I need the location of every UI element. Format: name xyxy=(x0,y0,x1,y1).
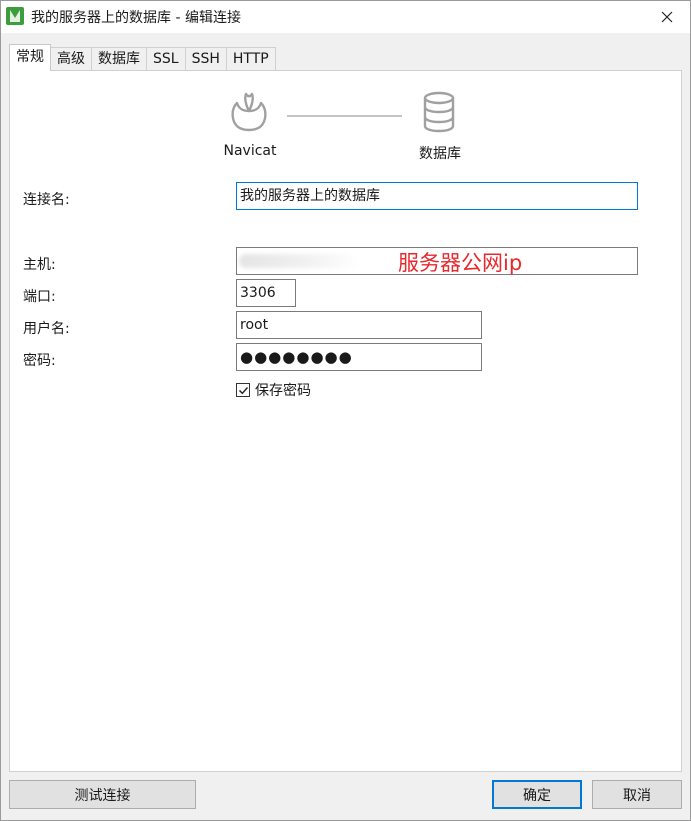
database-label: 数据库 xyxy=(419,146,461,162)
window-title: 我的服务器上的数据库 - 编辑连接 xyxy=(31,10,241,26)
username-label: 用户名: xyxy=(23,321,70,337)
tab-ssh[interactable]: SSH xyxy=(184,47,227,71)
save-password-checkbox[interactable] xyxy=(236,383,250,397)
tab-databases[interactable]: 数据库 xyxy=(91,47,147,71)
save-password-row[interactable]: 保存密码 xyxy=(236,380,311,400)
close-button[interactable] xyxy=(644,1,690,33)
host-annotation: 服务器公网ip xyxy=(398,251,523,275)
navicat-logo-icon xyxy=(231,92,267,132)
test-connection-button[interactable]: 测试连接 xyxy=(9,780,196,809)
database-icon xyxy=(423,91,455,133)
password-label: 密码: xyxy=(23,353,56,369)
tab-ssl[interactable]: SSL xyxy=(146,47,186,71)
edit-connection-dialog: 我的服务器上的数据库 - 编辑连接 常规 高级 数据库 SSL SSH HTTP… xyxy=(0,0,691,821)
title-bar: 我的服务器上的数据库 - 编辑连接 xyxy=(1,1,690,33)
username-input[interactable]: root xyxy=(236,311,482,339)
ok-button[interactable]: 确定 xyxy=(492,780,582,809)
connection-diagram: Navicat 数据库 xyxy=(210,89,470,169)
tab-general[interactable]: 常规 xyxy=(9,44,51,71)
tab-advanced[interactable]: 高级 xyxy=(50,47,92,71)
checkmark-icon xyxy=(238,386,248,394)
save-password-label: 保存密码 xyxy=(255,383,311,399)
host-label: 主机: xyxy=(23,257,56,273)
connection-name-label: 连接名: xyxy=(23,192,70,208)
password-input[interactable]: ●●●●●●●● xyxy=(236,343,482,371)
navicat-label: Navicat xyxy=(223,143,277,159)
close-icon xyxy=(661,11,673,23)
connection-name-input[interactable]: 我的服务器上的数据库 xyxy=(236,182,638,210)
port-label: 端口: xyxy=(23,289,56,305)
general-tab-panel: Navicat 数据库 连接名: 我的服务器上的数据库 主机: 服务器公网ip … xyxy=(9,70,682,772)
port-input[interactable]: 3306 xyxy=(236,279,296,307)
cancel-button[interactable]: 取消 xyxy=(592,780,682,809)
tab-bar: 常规 高级 数据库 SSL SSH HTTP xyxy=(9,44,276,71)
navicat-app-icon xyxy=(6,7,24,25)
connection-line xyxy=(287,115,402,117)
redacted-host-value xyxy=(239,254,359,268)
tab-http[interactable]: HTTP xyxy=(225,47,276,71)
